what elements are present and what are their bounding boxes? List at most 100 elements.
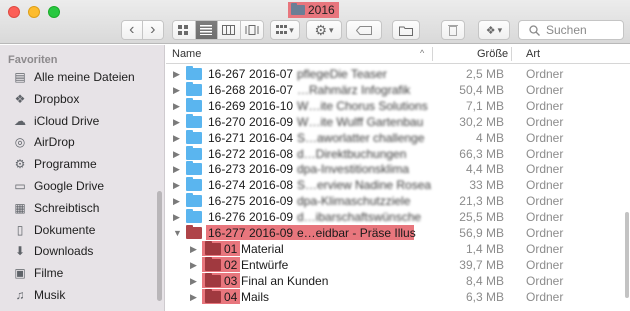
column-kind-header[interactable]: Art xyxy=(526,48,540,60)
table-row[interactable]: ▶ 16-275 2016-09 dpa-Klimaschutzziele 21,3 M… xyxy=(166,193,624,209)
back-icon: ‹ xyxy=(129,21,135,38)
table-row[interactable]: ▶ 16-270 2016-09 W…ite Wulff Gartenbau 30,2 … xyxy=(166,113,624,129)
row-description: d…Direktbuchungen xyxy=(297,146,407,161)
table-row[interactable]: ▶ 16-273 2016-09 dpa-Investitionsklima 4,4 M… xyxy=(166,161,624,176)
sidebar-item[interactable]: ♫ Musik xyxy=(0,284,158,306)
music-icon: ♫ xyxy=(15,288,25,302)
disclosure-collapsed-icon[interactable]: ▶ xyxy=(190,260,197,271)
row-number: 16-272 xyxy=(208,146,246,161)
all-files-icon: ▤ xyxy=(14,70,26,84)
disclosure-collapsed-icon[interactable]: ▶ xyxy=(173,164,180,175)
search-field[interactable]: Suchen xyxy=(518,20,624,40)
sidebar-item[interactable]: ▦ Schreibtisch xyxy=(0,197,158,219)
column-divider[interactable] xyxy=(511,47,512,61)
sidebar-section-header: Favoriten xyxy=(8,54,58,66)
column-size-header[interactable]: Größe xyxy=(477,48,508,60)
table-row[interactable]: ▶ 01 Material 1,4 MB Ordner xyxy=(166,240,624,256)
trash-button[interactable] xyxy=(441,20,465,40)
disclosure-collapsed-icon[interactable]: ▶ xyxy=(173,133,180,144)
row-number: 16-277 xyxy=(208,226,246,240)
disclosure-collapsed-icon[interactable]: ▶ xyxy=(173,117,180,128)
table-row[interactable]: ▶ 16-268 2016-07 …Rahmärz Infografik 50,4 MB… xyxy=(166,81,624,97)
row-number: 16-269 xyxy=(208,98,246,113)
icon-view-icon xyxy=(178,25,189,35)
dropbox-share-button[interactable]: ❖ ▾ xyxy=(478,20,510,40)
sidebar-item[interactable]: ◎ AirDrop xyxy=(0,131,158,153)
back-button[interactable]: ‹ xyxy=(122,21,143,39)
row-kind: Ordner xyxy=(526,194,564,209)
row-kind: Ordner xyxy=(526,67,564,81)
row-date: 2016-07 xyxy=(249,67,294,81)
row-number: 16-276 xyxy=(208,210,246,225)
row-size: 2,5 MB xyxy=(465,67,504,81)
column-divider[interactable] xyxy=(432,47,433,61)
column-name-header[interactable]: Name xyxy=(172,48,201,60)
sidebar-item[interactable]: ❖ Dropbox xyxy=(0,88,158,110)
tags-button[interactable] xyxy=(346,20,382,40)
disclosure-collapsed-icon[interactable]: ▶ xyxy=(190,292,197,303)
sidebar-item[interactable]: ☁ iCloud Drive xyxy=(0,110,158,132)
sidebar-item[interactable]: ⚙ Programme xyxy=(0,153,158,175)
arrange-button[interactable]: ▾ xyxy=(270,20,300,40)
forward-button[interactable]: › xyxy=(142,21,163,39)
table-row[interactable]: ▶ 16-272 2016-08 d…Direktbuchungen 66,3 MB Or… xyxy=(166,145,624,161)
new-folder-button[interactable] xyxy=(392,20,420,40)
gear-icon: ⚙ xyxy=(314,21,328,38)
table-row[interactable]: ▶ 16-269 2016-10 W…ite Chorus Solutions 7,1 … xyxy=(166,97,624,113)
table-row[interactable]: ▶ 16-274 2016-08 S…erview Nadine Rosea 33 MB… xyxy=(166,177,624,192)
table-row[interactable]: ▶ 02 Entwürfe 39,7 MB Ordner xyxy=(166,256,624,272)
sidebar-scrollbar[interactable] xyxy=(157,191,162,301)
disclosure-collapsed-icon[interactable]: ▶ xyxy=(190,244,197,255)
row-date: 2016-07 xyxy=(249,82,294,97)
disclosure-collapsed-icon[interactable]: ▶ xyxy=(173,69,180,80)
sidebar-item[interactable]: ▭ Google Drive xyxy=(0,175,158,197)
file-list: Name ^ Größe Art ▶ 16-267 2016-07 pflegeDie… xyxy=(166,45,630,311)
sidebar-item[interactable]: ▤ Alle meine Dateien xyxy=(0,66,158,88)
table-row[interactable]: ▶ 16-271 2016-04 S…aworlatter challenge 4 MB… xyxy=(166,129,624,145)
row-size: 39,7 MB xyxy=(459,257,504,272)
column-view-button[interactable] xyxy=(218,21,241,39)
table-row[interactable]: ▶ 04 Mails 6,3 MB Ordner xyxy=(166,288,624,304)
row-description: dpa-Klimaschutzziele xyxy=(297,194,411,209)
column-view-icon xyxy=(222,25,236,35)
downloads-icon: ⬇ xyxy=(14,244,26,259)
disclosure-collapsed-icon[interactable]: ▶ xyxy=(173,180,180,191)
icon-view-button[interactable] xyxy=(173,21,196,39)
row-kind: Ordner xyxy=(526,257,564,272)
table-row[interactable]: ▶ 16-276 2016-09 d…ibarschaftswünsche 25,5 M… xyxy=(166,209,624,225)
disclosure-collapsed-icon[interactable]: ▶ xyxy=(173,212,180,223)
zoom-window-button[interactable] xyxy=(48,6,60,18)
folder-icon xyxy=(186,209,202,224)
folder-icon xyxy=(205,288,221,303)
row-size: 8,4 MB xyxy=(465,273,504,288)
close-window-button[interactable] xyxy=(8,6,20,18)
sidebar-item[interactable]: ▯ Dokumente xyxy=(0,219,158,241)
row-number: 16-275 xyxy=(208,194,246,209)
sidebar-item-label: Alle meine Dateien xyxy=(34,70,135,84)
disclosure-collapsed-icon[interactable]: ▶ xyxy=(173,101,180,112)
disclosure-collapsed-icon[interactable]: ▶ xyxy=(190,276,197,287)
row-kind: Ordner xyxy=(526,130,564,145)
sidebar-item-label: AirDrop xyxy=(34,135,75,150)
disclosure-expanded-icon[interactable]: ▼ xyxy=(173,228,182,238)
list-view-icon xyxy=(200,25,213,35)
row-date: 2016-09 xyxy=(249,114,294,129)
chevron-down-icon: ▾ xyxy=(289,24,294,35)
sidebar-item[interactable]: ⬇ Downloads xyxy=(0,240,158,262)
airdrop-icon: ◎ xyxy=(14,135,26,150)
window-title: 2016 xyxy=(288,2,339,18)
minimize-window-button[interactable] xyxy=(28,6,40,18)
disclosure-collapsed-icon[interactable]: ▶ xyxy=(173,196,180,207)
action-button[interactable]: ⚙ ▾ xyxy=(306,20,342,40)
table-row[interactable]: ▼ 16-277 2016-09 e…eidbar - Präse Illus 56,9… xyxy=(166,225,624,240)
disclosure-collapsed-icon[interactable]: ▶ xyxy=(173,149,180,160)
row-kind: Ordner xyxy=(526,273,564,288)
table-row[interactable]: ▶ 03 Final an Kunden 8,4 MB Ordner xyxy=(166,272,624,288)
sidebar-item-label: Downloads xyxy=(34,244,94,259)
table-row[interactable]: ▶ 16-267 2016-07 pflegeDie Teaser 2,5 MB Ordn… xyxy=(166,66,624,81)
vertical-scrollbar[interactable] xyxy=(625,212,629,298)
disclosure-collapsed-icon[interactable]: ▶ xyxy=(173,85,180,96)
list-view-button[interactable] xyxy=(195,21,218,39)
coverflow-view-button[interactable] xyxy=(240,21,263,39)
sidebar-item[interactable]: ▣ Filme xyxy=(0,262,158,284)
